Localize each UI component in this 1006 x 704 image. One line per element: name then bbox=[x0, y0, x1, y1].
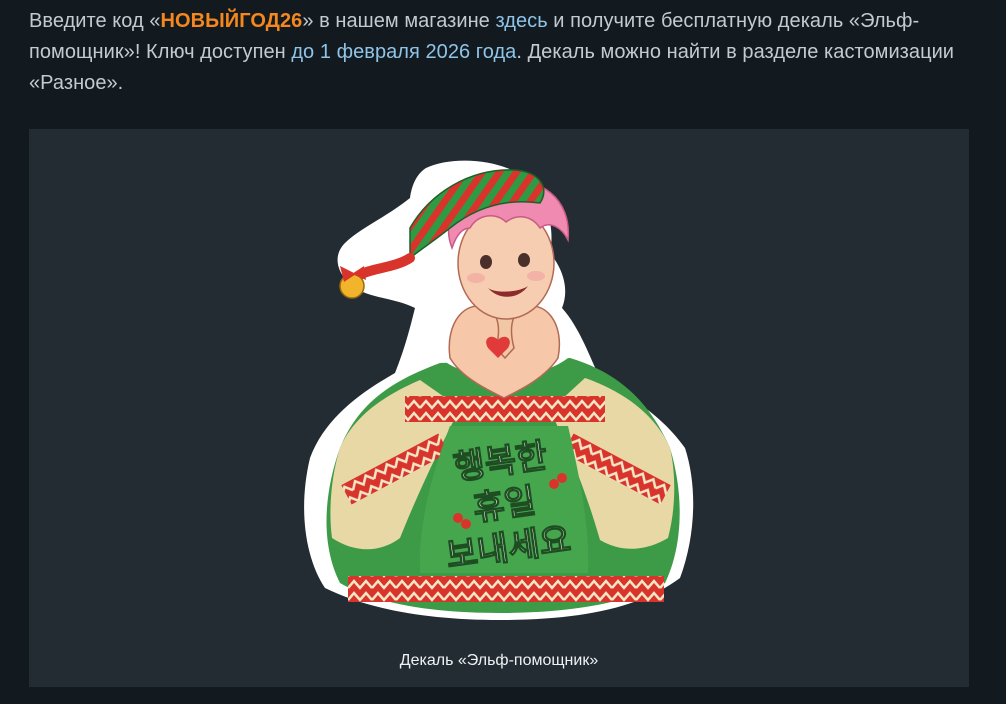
intro-text-2: » в нашем магазине bbox=[302, 10, 496, 32]
image-panel: 행복한 휴일 보내세요 Декаль «Эльф-помощник» bbox=[29, 129, 969, 687]
image-caption: Декаль «Эльф-помощник» bbox=[399, 652, 599, 669]
promo-paragraph: Введите код «НОВЫЙГОД26» в нашем магазин… bbox=[29, 6, 979, 99]
promo-code: НОВЫЙГОД26 bbox=[160, 10, 303, 32]
store-link[interactable]: здесь bbox=[495, 10, 547, 32]
intro-text-1: Введите код « bbox=[29, 10, 161, 32]
deadline-date-link[interactable]: до 1 февраля 2026 года bbox=[291, 41, 516, 63]
elf-helper-decal-image: 행복한 휴일 보내세요 bbox=[304, 160, 694, 620]
